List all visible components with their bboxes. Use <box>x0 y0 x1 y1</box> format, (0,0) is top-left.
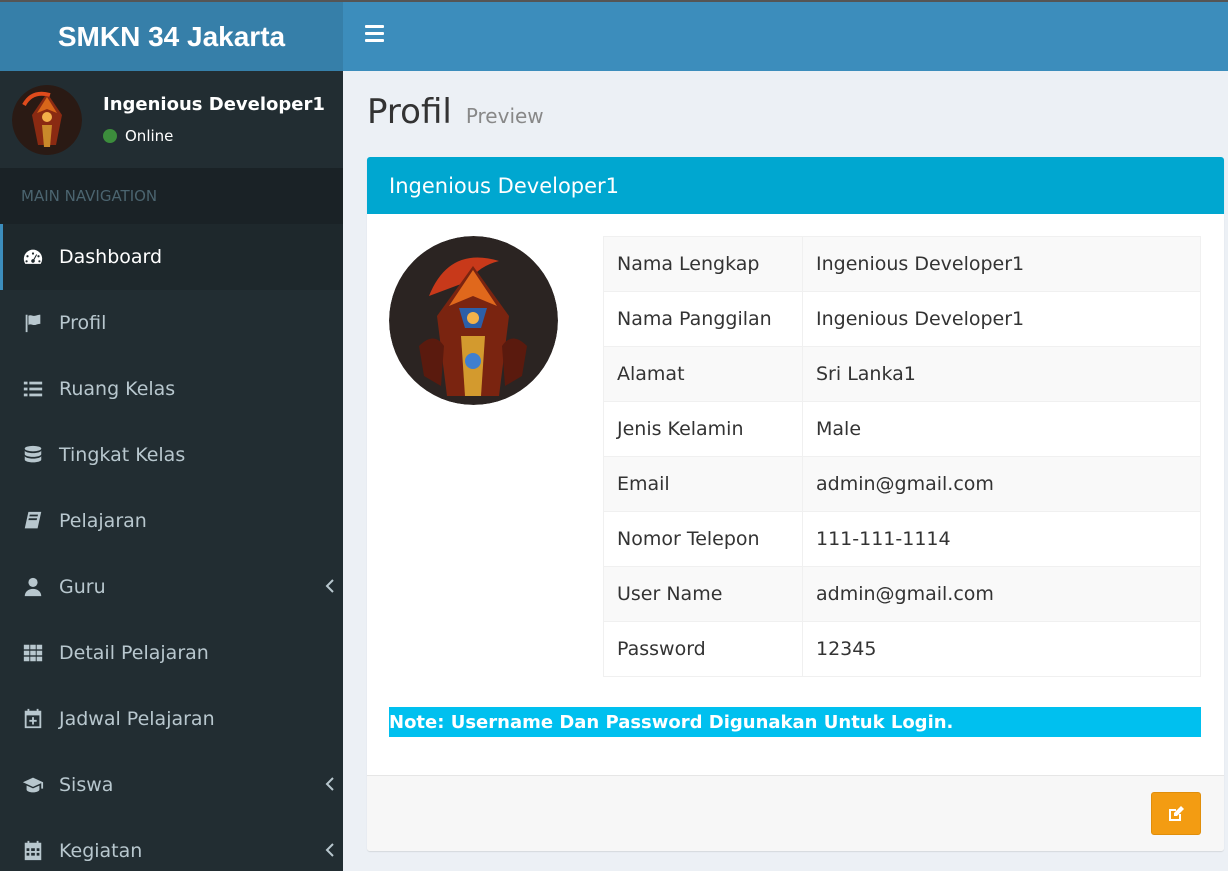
field-value: Sri Lanka1 <box>802 346 1201 402</box>
nav-item-label: Jadwal Pelajaran <box>59 708 215 730</box>
nav-item-tingkat-kelas[interactable]: Tingkat Kelas <box>0 422 343 488</box>
nav-item-pelajaran[interactable]: Pelajaran <box>0 488 343 554</box>
nav-item-label: Tingkat Kelas <box>59 444 186 466</box>
database-icon <box>21 443 45 467</box>
profile-box-header: Ingenious Developer1 <box>367 157 1224 214</box>
list-icon <box>21 377 45 401</box>
field-label: Jenis Kelamin <box>603 401 803 457</box>
field-label: Nama Lengkap <box>603 236 803 292</box>
nav-item-detail-pelajaran[interactable]: Detail Pelajaran <box>0 620 343 686</box>
flag-icon <box>21 311 45 335</box>
field-label: Alamat <box>603 346 803 402</box>
nav-item-dashboard[interactable]: Dashboard <box>0 224 343 290</box>
profile-avatar <box>389 236 558 405</box>
main-navigation: Dashboard Profil Ruang Kelas Tingkat Kel… <box>0 224 343 871</box>
nav-item-label: Dashboard <box>59 246 163 268</box>
table-row: Nama Lengkap Ingenious Developer1 <box>603 236 1201 292</box>
top-navbar <box>343 0 1228 71</box>
sidebar-toggle-icon[interactable] <box>365 25 384 47</box>
sidebar: SMKN 34 Jakarta Ingenious Developer1 Onl… <box>0 0 343 871</box>
book-icon <box>21 509 45 533</box>
grid-icon <box>21 641 45 665</box>
profile-box-footer <box>367 775 1224 851</box>
calendar-icon <box>21 839 45 863</box>
nav-item-guru[interactable]: Guru <box>0 554 343 620</box>
user-status-label: Online <box>125 127 174 145</box>
login-note: Note: Username Dan Password Digunakan Un… <box>389 707 1201 737</box>
nav-item-label: Pelajaran <box>59 510 147 532</box>
app-logo[interactable]: SMKN 34 Jakarta <box>0 0 343 71</box>
field-value: 111-111-1114 <box>802 511 1201 567</box>
user-icon <box>21 575 45 599</box>
field-value: Male <box>802 401 1201 457</box>
user-name: Ingenious Developer1 <box>103 94 325 115</box>
profile-info-table: Nama Lengkap Ingenious Developer1 Nama P… <box>603 236 1201 677</box>
table-row: User Name admin@gmail.com <box>603 566 1201 622</box>
user-status: Online <box>103 127 325 145</box>
nav-item-label: Guru <box>59 576 106 598</box>
field-label: Password <box>603 621 803 677</box>
nav-item-jadwal-pelajaran[interactable]: Jadwal Pelajaran <box>0 686 343 752</box>
chevron-left-icon <box>325 840 335 860</box>
table-row: Alamat Sri Lanka1 <box>603 346 1201 402</box>
nav-item-ruang-kelas[interactable]: Ruang Kelas <box>0 356 343 422</box>
field-value: Ingenious Developer1 <box>802 236 1201 292</box>
field-value: admin@gmail.com <box>802 566 1201 622</box>
field-value: 12345 <box>802 621 1201 677</box>
table-row: Jenis Kelamin Male <box>603 401 1201 457</box>
nav-item-label: Kegiatan <box>59 840 143 862</box>
dashboard-icon <box>21 245 45 269</box>
nav-header: MAIN NAVIGATION <box>0 168 343 224</box>
profile-box: Ingenious Developer1 Nama Lengkap Ingeni… <box>367 157 1224 851</box>
nav-item-profil[interactable]: Profil <box>0 290 343 356</box>
graduation-cap-icon <box>21 773 45 797</box>
edit-icon <box>1169 805 1184 821</box>
field-value: admin@gmail.com <box>802 456 1201 512</box>
nav-item-label: Profil <box>59 312 107 334</box>
table-row: Email admin@gmail.com <box>603 456 1201 512</box>
page-title: Profil <box>367 92 452 132</box>
field-value: Ingenious Developer1 <box>802 291 1201 347</box>
calendar-plus-icon <box>21 707 45 731</box>
field-label: Nomor Telepon <box>603 511 803 567</box>
table-row: Password 12345 <box>603 621 1201 677</box>
field-label: Nama Panggilan <box>603 291 803 347</box>
field-label: Email <box>603 456 803 512</box>
field-label: User Name <box>603 566 803 622</box>
nav-item-label: Detail Pelajaran <box>59 642 209 664</box>
edit-profile-button[interactable] <box>1151 792 1201 835</box>
chevron-left-icon <box>325 774 335 794</box>
chevron-left-icon <box>325 576 335 596</box>
nav-item-label: Siswa <box>59 774 114 796</box>
page-subtitle: Preview <box>465 104 544 128</box>
online-status-dot <box>103 129 117 143</box>
user-panel: Ingenious Developer1 Online <box>0 71 343 168</box>
nav-item-label: Ruang Kelas <box>59 378 176 400</box>
content-header: Profil Preview <box>367 92 544 132</box>
user-avatar <box>12 84 82 155</box>
nav-item-siswa[interactable]: Siswa <box>0 752 343 818</box>
table-row: Nomor Telepon 111-111-1114 <box>603 511 1201 567</box>
table-row: Nama Panggilan Ingenious Developer1 <box>603 291 1201 347</box>
nav-item-kegiatan[interactable]: Kegiatan <box>0 818 343 871</box>
